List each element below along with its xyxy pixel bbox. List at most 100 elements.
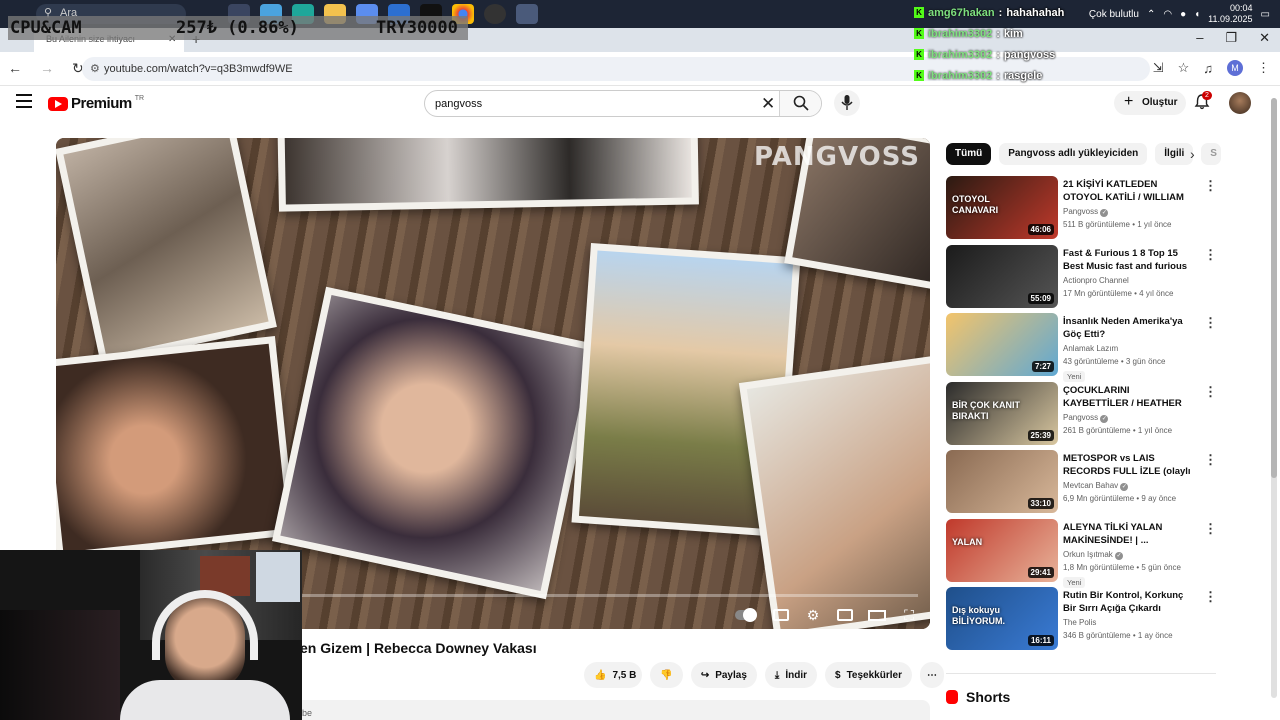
minimize-icon[interactable]: –	[1196, 30, 1203, 46]
clear-search-icon[interactable]: ✕	[761, 94, 775, 114]
dislike-button[interactable]: 👎	[650, 662, 683, 688]
video-thumbnail[interactable]: 33:10	[946, 450, 1058, 513]
recommendation-title[interactable]: Fast & Furious 1 8 Top 15 Best Music fas…	[1063, 247, 1197, 273]
back-icon[interactable]: ←	[8, 60, 22, 77]
thumbnail-text: YALAN	[952, 536, 983, 547]
account-avatar[interactable]	[1229, 92, 1251, 114]
video-thumbnail[interactable]: OTOYOL CANAVARI 46:06	[946, 176, 1058, 239]
voice-search-button[interactable]	[834, 90, 860, 116]
channel-label: Pangvoss	[1063, 412, 1099, 422]
chrome-profile-app-icon[interactable]	[516, 4, 538, 24]
fullscreen-icon[interactable]: ⛶	[900, 607, 918, 623]
miniplayer-icon[interactable]	[836, 607, 854, 623]
channel-label: Mevtcan Bahav	[1063, 481, 1119, 490]
more-vertical-icon[interactable]: ⋮	[1204, 589, 1217, 605]
thanks-button[interactable]: $ Teşekkürler	[825, 662, 912, 688]
chip-all[interactable]: Tümü	[946, 143, 992, 165]
chip-related[interactable]: İlgili	[1155, 143, 1194, 165]
recommendation-title[interactable]: METOSPOR vs LAIS RECORDS FULL İZLE (olay…	[1063, 452, 1197, 478]
notifications-bell-icon[interactable]: 2	[1194, 91, 1212, 110]
recommendation-item[interactable]: 7:27 İnsanlık Neden Amerika'ya Göç Etti? A…	[946, 313, 1217, 382]
video-meta: 17 Mn görüntüleme • 4 yıl önce	[1063, 288, 1174, 298]
divider	[946, 673, 1216, 674]
recommendation-title[interactable]: ALEYNA TİLKİ YALAN MAKİNESİNDE! | ...	[1063, 521, 1197, 547]
share-button[interactable]: ↪ Paylaş	[690, 662, 757, 688]
hamburger-menu-icon[interactable]	[16, 94, 32, 108]
microphone-icon	[841, 95, 853, 110]
more-vertical-icon[interactable]: ⋮	[1204, 521, 1217, 537]
speaker-icon[interactable]: ◖	[1194, 9, 1200, 20]
more-vertical-icon[interactable]: ⋮	[1204, 178, 1217, 194]
recommendation-item[interactable]: YALAN 29:41 ALEYNA TİLKİ YALAN MAKİNESİNDE…	[946, 518, 1217, 588]
like-button[interactable]: 👍 7,5 B	[584, 662, 643, 688]
channel-name[interactable]: Pangvoss ✓	[1063, 207, 1109, 217]
filter-chips: Tümü Pangvoss adlı yükleyiciden İlgili S	[946, 143, 1222, 165]
video-thumbnail[interactable]: BİR ÇOK KANIT BIRAKTI 25:39	[946, 381, 1058, 445]
video-thumbnail[interactable]: Dış kokuyu BİLİYORUM. 16:11	[946, 587, 1058, 650]
bookmark-star-icon[interactable]: ☆	[1178, 60, 1190, 76]
close-window-icon[interactable]: ✕	[1259, 30, 1270, 46]
channel-name[interactable]: Actionpro Channel	[1063, 276, 1129, 285]
site-info-icon[interactable]: ⚙	[90, 62, 100, 75]
video-meta: 1,8 Mn görüntüleme • 5 gün önce	[1063, 562, 1181, 572]
search-button[interactable]	[779, 91, 821, 116]
taskbar-clock[interactable]: 00:04 11.09.2025	[1208, 3, 1252, 25]
video-meta: 346 B görüntüleme • 1 ay önce	[1063, 631, 1173, 640]
recommendation-item[interactable]: OTOYOL CANAVARI 46:06 21 KİŞİYİ KATLEDEN O…	[946, 176, 1217, 240]
more-vertical-icon[interactable]: ⋮	[1204, 384, 1217, 400]
search-input[interactable]	[425, 91, 755, 116]
recommendation-item[interactable]: Dış kokuyu BİLİYORUM. 16:11 Rutin Bir Kont…	[946, 587, 1217, 651]
duration-badge: 16:11	[1027, 635, 1054, 646]
more-actions-button[interactable]: ⋯	[919, 662, 944, 688]
thumbnail-text: BİR ÇOK KANIT BIRAKTI	[952, 399, 1020, 421]
forward-icon[interactable]: →	[40, 60, 54, 77]
chevron-up-icon[interactable]: ⌃	[1147, 9, 1155, 20]
channel-name[interactable]: Mevtcan Bahav ✓	[1063, 481, 1129, 491]
recommendation-title[interactable]: 21 KİŞİYİ KATLEDEN OTOYOL KATİLİ / WILLI…	[1063, 178, 1197, 204]
maximize-icon[interactable]: ❐	[1225, 30, 1237, 46]
more-vertical-icon[interactable]: ⋮	[1204, 247, 1217, 263]
recommendation-item[interactable]: 33:10 METOSPOR vs LAIS RECORDS FULL İZLE …	[946, 450, 1217, 514]
video-thumbnail[interactable]: YALAN 29:41	[946, 518, 1058, 582]
verified-icon: ✓	[1100, 414, 1109, 423]
browser-menu-icon[interactable]: ⋮	[1257, 60, 1270, 76]
subtitles-icon[interactable]	[772, 607, 790, 623]
chip-from-uploader[interactable]: Pangvoss adlı yükleyiciden	[999, 143, 1148, 165]
media-control-icon[interactable]: ♫	[1203, 61, 1213, 76]
recommendation-title[interactable]: Rutin Bir Kontrol, Korkunç Bir Sırrı Açı…	[1063, 589, 1197, 615]
stream-stat-overlay: CPU&CAM 257₺ (0.86%) TRY30000	[8, 16, 468, 40]
settings-gear-icon[interactable]: ⚙	[804, 607, 822, 623]
channel-name[interactable]: Pangvoss ✓	[1063, 412, 1109, 423]
video-thumbnail[interactable]: 55:09	[946, 244, 1058, 308]
download-button[interactable]: ⤓ İndir	[764, 662, 817, 688]
shorts-section-header: Shorts	[946, 689, 1010, 705]
channel-name[interactable]: Orkun Işıtmak ✓	[1063, 550, 1124, 560]
thanks-icon: $	[835, 669, 841, 681]
recommendation-title[interactable]: ÇOCUKLARINI KAYBETTİLER / HEATHER MAPLES…	[1063, 384, 1197, 410]
plus-icon: +	[1124, 93, 1134, 110]
recommendation-title[interactable]: İnsanlık Neden Amerika'ya Göç Etti?	[1063, 315, 1197, 341]
obs-app-icon[interactable]	[484, 4, 506, 24]
video-thumbnail[interactable]: 7:27	[946, 313, 1058, 376]
channel-name[interactable]: The Polis	[1063, 618, 1096, 627]
install-app-icon[interactable]: ⇲	[1153, 60, 1164, 76]
theater-mode-icon[interactable]	[868, 607, 886, 623]
autoplay-toggle-icon[interactable]	[734, 607, 758, 623]
recommendation-item[interactable]: 55:09 Fast & Furious 1 8 Top 15 Best Musi…	[946, 244, 1217, 309]
more-vertical-icon[interactable]: ⋮	[1204, 315, 1217, 331]
video-meta: 6,9 Mn görüntüleme • 9 ay önce	[1063, 494, 1177, 503]
youtube-premium-logo[interactable]: Premium TR	[48, 95, 144, 112]
chip-more[interactable]: S	[1201, 143, 1222, 165]
notifications-icon[interactable]: ▭	[1261, 9, 1270, 20]
chat-text: kim	[1003, 27, 1023, 40]
video-photo-6	[738, 355, 930, 629]
recommendation-item[interactable]: BİR ÇOK KANIT BIRAKTI 25:39 ÇOCUKLARINI KA…	[946, 381, 1217, 446]
channel-name[interactable]: Anlamak Lazım	[1063, 344, 1118, 353]
more-vertical-icon[interactable]: ⋮	[1204, 452, 1217, 468]
create-button[interactable]: + Oluştur	[1114, 91, 1186, 115]
webcam-overlay	[0, 550, 302, 720]
channel-label: Pangvoss	[1063, 207, 1099, 216]
scrollbar-thumb[interactable]	[1271, 98, 1277, 478]
profile-avatar[interactable]: M	[1227, 60, 1243, 76]
chevron-right-icon[interactable]: ›	[1190, 146, 1195, 162]
